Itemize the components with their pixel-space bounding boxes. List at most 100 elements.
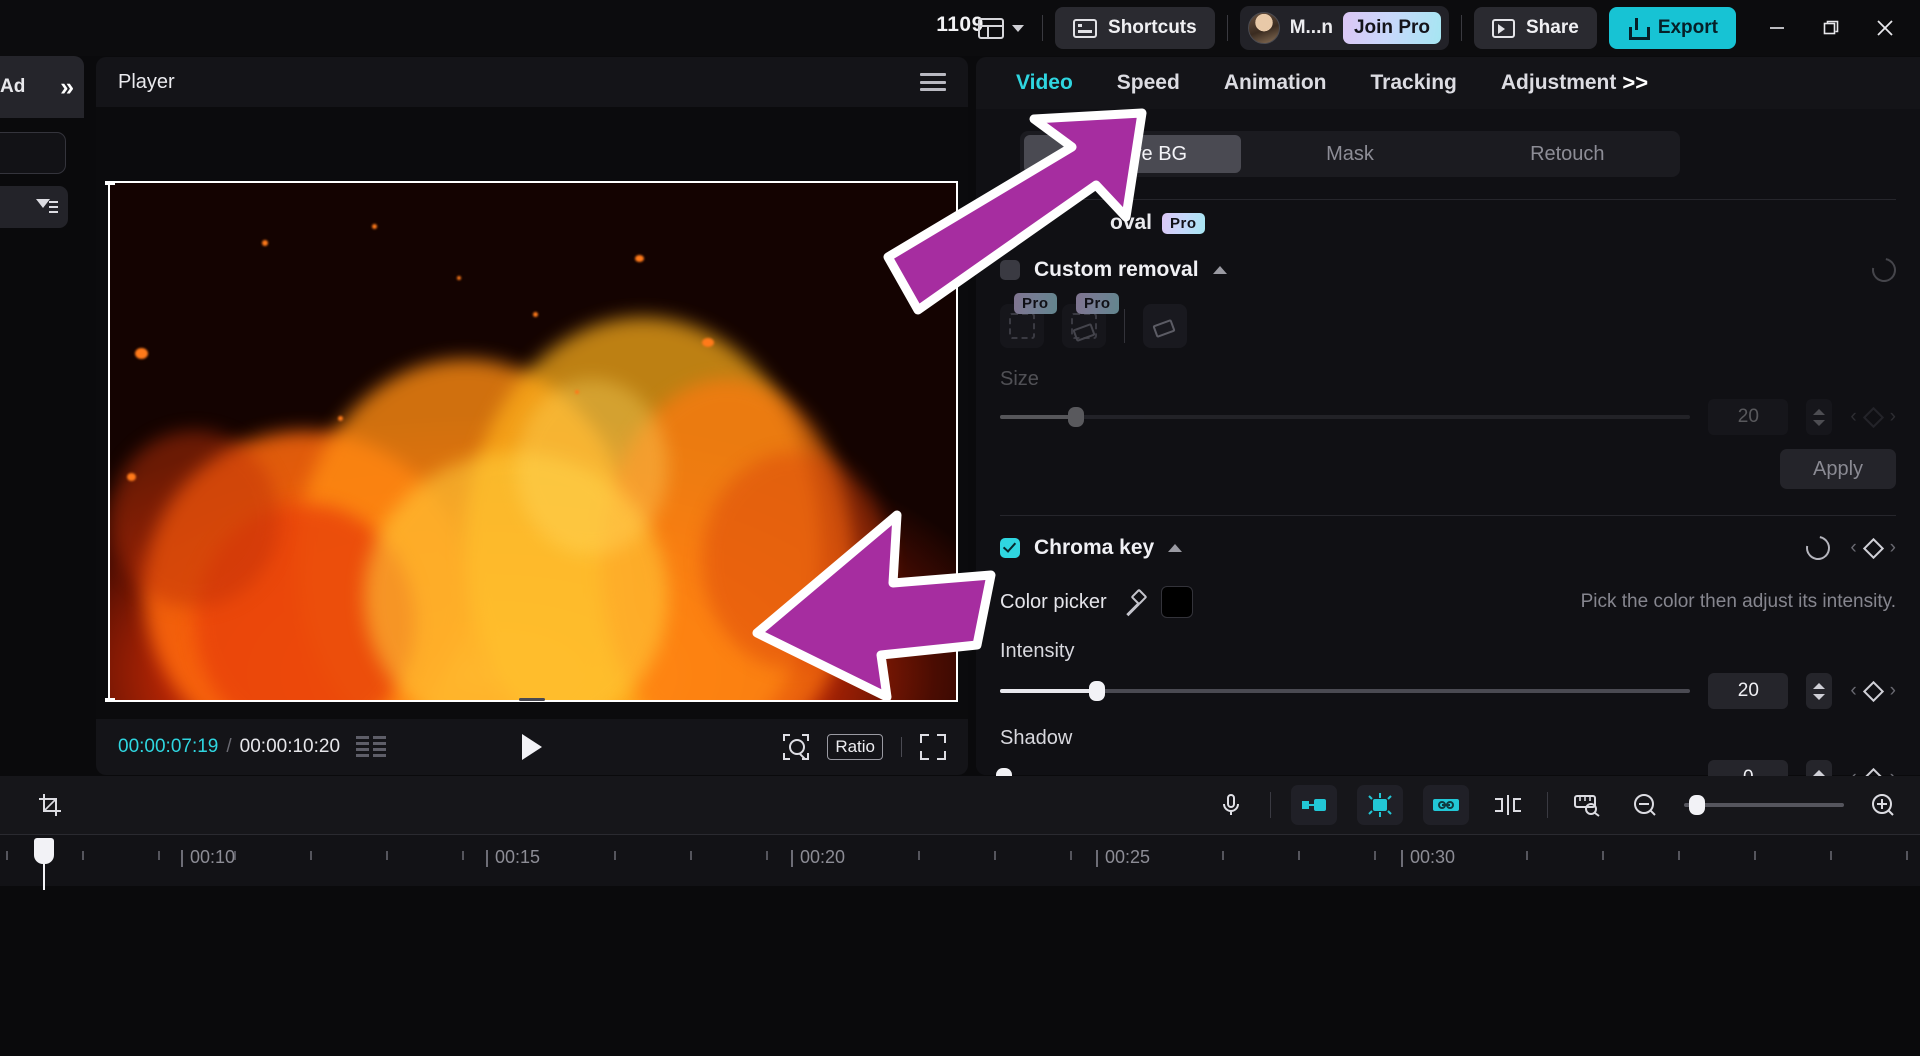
filter-row[interactable]: All <box>0 186 68 228</box>
divider <box>1547 792 1548 818</box>
share-button[interactable]: Share <box>1474 7 1597 49</box>
upload-icon <box>1627 18 1650 40</box>
segment-mask[interactable]: Mask <box>1241 135 1458 173</box>
crop-icon[interactable] <box>31 786 69 824</box>
properties-panel: Video Speed Animation Tracking Adjustmen… <box>976 57 1920 796</box>
zoom-out-icon[interactable] <box>1626 786 1664 824</box>
timeline-toolbar <box>0 776 1920 834</box>
search-input[interactable] <box>0 132 66 174</box>
eraser-tool-button[interactable] <box>1143 304 1187 348</box>
timeline-zoom-thumb[interactable] <box>1688 795 1705 815</box>
timeline-zoom-slider[interactable] <box>1684 795 1844 815</box>
chroma-key-header: Chroma key ‹ › <box>1000 524 1896 572</box>
tab-speed[interactable]: Speed <box>1095 71 1202 95</box>
color-swatch[interactable] <box>1160 586 1193 618</box>
eraser-pro-tool-button[interactable]: Pro <box>1062 293 1119 348</box>
intensity-slider[interactable] <box>1000 681 1691 701</box>
intensity-stepper[interactable] <box>1806 673 1833 709</box>
export-label: Export <box>1657 17 1718 38</box>
player-header: Player <box>96 57 968 107</box>
ruler-label: 00:20 <box>790 847 846 867</box>
apply-button[interactable]: Apply <box>1780 449 1896 489</box>
account-menu[interactable]: M...n Join Pro <box>1239 6 1449 50</box>
player-panel: Player 00:00:07:19 / 00:00:10:20 Ratio <box>96 57 968 775</box>
chroma-keyframe-controls[interactable]: ‹ › <box>1850 537 1896 559</box>
filter-icon[interactable] <box>36 198 58 216</box>
size-label: Size <box>1000 368 1039 390</box>
size-stepper[interactable] <box>1806 399 1833 435</box>
timeline-ruler[interactable]: 00:10 00:15 00:20 00:25 00:30 <box>0 834 1920 890</box>
custom-removal-actions <box>1867 253 1901 287</box>
size-slider[interactable] <box>1000 407 1691 427</box>
chevron-down-icon[interactable] <box>1012 24 1025 32</box>
export-button[interactable]: Export <box>1608 7 1736 49</box>
keyframe-diamond-icon <box>1862 406 1884 428</box>
tab-adjustment[interactable]: Adjustment <box>1479 71 1639 95</box>
keyframe-diamond-icon <box>1862 537 1884 559</box>
shortcuts-button[interactable]: Shortcuts <box>1055 7 1215 49</box>
size-slider-thumb[interactable] <box>1067 407 1084 427</box>
minimize-button[interactable] <box>1750 0 1804 56</box>
keyframe-prev-icon: ‹ <box>1850 406 1857 427</box>
keyframe-prev-icon: ‹ <box>1850 680 1857 701</box>
reset-icon[interactable] <box>1867 253 1901 287</box>
divider <box>901 737 902 757</box>
overflow-label <box>4 794 9 816</box>
tab-animation[interactable]: Animation <box>1202 71 1349 95</box>
layout-switch-button[interactable] <box>972 12 1030 45</box>
hamburger-menu-icon[interactable] <box>920 73 946 91</box>
trim-left-icon[interactable] <box>1291 785 1337 825</box>
play-button[interactable] <box>522 734 542 760</box>
minimize-icon <box>1770 27 1784 29</box>
intensity-keyframe-controls[interactable]: ‹ › <box>1850 680 1896 702</box>
tab-video[interactable]: Video <box>994 71 1095 95</box>
video-preview[interactable] <box>105 181 958 702</box>
tab-tracking[interactable]: Tracking <box>1349 71 1479 95</box>
custom-removal-checkbox[interactable] <box>1000 260 1020 280</box>
link-clip-icon[interactable] <box>1423 785 1469 825</box>
ruler-search-icon[interactable] <box>1568 786 1606 824</box>
microphone-icon[interactable] <box>1212 786 1250 824</box>
keyframe-diamond-icon <box>1862 680 1884 702</box>
fullscreen-icon[interactable] <box>920 734 946 760</box>
pen-tool-button[interactable]: Pro <box>1000 293 1057 348</box>
left-panel-header[interactable]: Ad » <box>0 56 84 118</box>
zoom-fit-icon[interactable] <box>783 734 810 760</box>
intensity-value[interactable]: 20 <box>1708 673 1789 709</box>
chevron-up-icon[interactable] <box>1168 544 1183 552</box>
close-button[interactable] <box>1858 0 1912 56</box>
avatar <box>1247 12 1280 44</box>
track-lines-icon[interactable] <box>356 736 387 758</box>
divider <box>1226 15 1228 41</box>
split-sparkle-icon[interactable] <box>1357 785 1403 825</box>
auto-removal-row[interactable]: oval Pro <box>1000 200 1896 246</box>
maximize-button[interactable] <box>1804 0 1858 56</box>
resize-handle[interactable] <box>105 698 115 702</box>
segment-remove-bg[interactable]: Remove BG <box>1024 135 1242 173</box>
eyedropper-icon[interactable] <box>1123 591 1145 613</box>
timeline-toolbar-right <box>1212 785 1920 825</box>
intensity-slider-thumb[interactable] <box>1088 681 1105 701</box>
size-keyframe-controls[interactable]: ‹ › <box>1850 406 1896 428</box>
auto-removal-label: oval <box>1110 211 1153 234</box>
zoom-in-icon[interactable] <box>1864 786 1902 824</box>
split-marker-icon[interactable] <box>1489 786 1527 824</box>
size-value[interactable]: 20 <box>1708 399 1789 435</box>
timeline-playhead[interactable] <box>34 838 54 890</box>
size-control: Size 20 ‹ › <box>1000 348 1896 435</box>
left-sidebar: Ad » All <box>0 56 84 776</box>
double-chevron-right-icon[interactable]: » <box>60 74 74 100</box>
join-pro-button[interactable]: Join Pro <box>1342 12 1441 44</box>
ratio-button[interactable]: Ratio <box>827 734 883 760</box>
time-separator: / <box>226 736 232 757</box>
chevron-up-icon[interactable] <box>1212 266 1227 274</box>
segment-retouch[interactable]: Retouch <box>1459 135 1676 173</box>
left-panel-label: Ad <box>0 76 26 97</box>
titlebar-actions: Shortcuts M...n Join Pro Share Export <box>972 0 1920 56</box>
keyframe-next-icon: › <box>1889 406 1896 427</box>
tabs-overflow-icon[interactable]: >> <box>1622 70 1648 96</box>
chroma-key-checkbox[interactable] <box>1000 538 1020 558</box>
keyboard-icon <box>1073 18 1098 38</box>
reset-icon[interactable] <box>1801 531 1836 565</box>
resize-handle[interactable] <box>105 181 115 185</box>
